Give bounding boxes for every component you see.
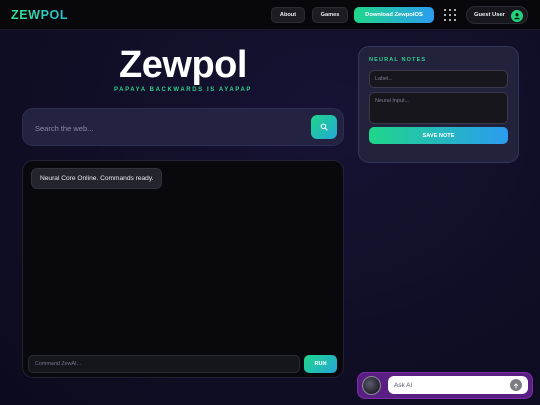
ask-send-button[interactable] [510, 379, 522, 391]
run-button[interactable]: RUN [304, 355, 337, 373]
command-input[interactable] [28, 355, 300, 373]
guest-user-button[interactable]: Guest User [466, 6, 528, 24]
grid-dots-icon[interactable] [444, 9, 456, 21]
search-box [22, 108, 344, 146]
note-label-field[interactable] [369, 70, 508, 88]
search-icon [320, 118, 328, 136]
download-button[interactable]: Download ZewpolOS [354, 7, 434, 23]
notes-title: NEURAL NOTES [369, 57, 427, 63]
user-icon [511, 9, 523, 22]
search-button[interactable] [311, 115, 337, 139]
ai-avatar-icon[interactable] [362, 376, 381, 395]
note-input-field[interactable] [369, 92, 508, 124]
chat-panel [22, 160, 344, 378]
hero-title: Zewpol [119, 44, 247, 86]
games-button[interactable]: Games [312, 7, 348, 23]
search-input[interactable] [35, 120, 295, 136]
about-button[interactable]: About [271, 7, 305, 23]
top-bar: ZEWPOL About Games Download ZewpolOS Gue… [0, 0, 540, 30]
arrow-up-icon [513, 376, 519, 394]
ask-ai-input[interactable] [388, 376, 528, 394]
brand-logo[interactable]: ZEWPOL [11, 8, 68, 22]
guest-user-label: Guest User [474, 12, 505, 18]
hero-tagline: PAPAYA BACKWARDS IS AYAPAP [114, 87, 252, 93]
save-note-button[interactable]: SAVE NOTE [369, 127, 508, 144]
chat-message: Neural Core Online. Commands ready. [31, 168, 163, 189]
